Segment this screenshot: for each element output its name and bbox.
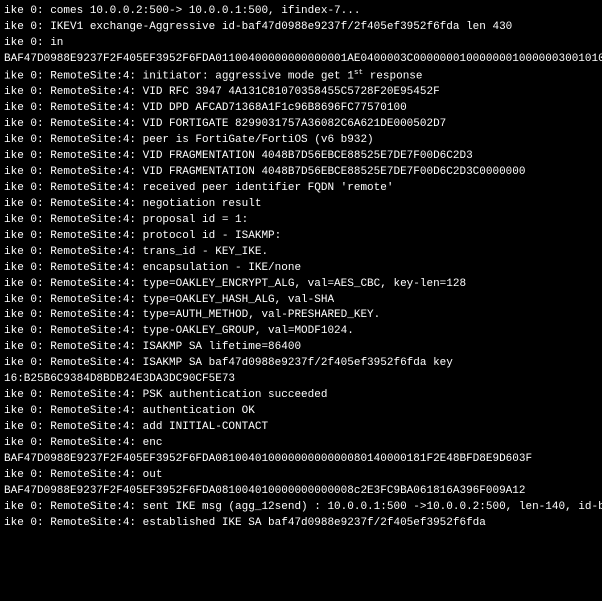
log-line: ike 0: RemoteSite:4: enc xyxy=(4,436,598,452)
log-line: ike 0: RemoteSite:4: peer is FortiGate/F… xyxy=(4,133,598,149)
log-line: ike 0: RemoteSite:4: VID FRAGMENTATION 4… xyxy=(4,165,598,181)
log-line: BAF47D0988E9237F2F405EF3952F6FDA08100401… xyxy=(4,484,598,500)
log-line: ike 0: RemoteSite:4: negotiation result xyxy=(4,197,598,213)
log-line: ike 0: RemoteSite:4: proposal id = 1: xyxy=(4,213,598,229)
log-line: ike 0: RemoteSite:4: VID DPD AFCAD71368A… xyxy=(4,101,598,117)
log-line: ike 0: IKEV1 exchange-Aggressive id-baf4… xyxy=(4,20,598,36)
log-line: ike 0: RemoteSite:4: VID RFC 3947 4A131C… xyxy=(4,85,598,101)
log-line: ike 0: RemoteSite:4: VID FORTIGATE 82990… xyxy=(4,117,598,133)
log-line: ike 0: comes 10.0.0.2:500-> 10.0.0.1:500… xyxy=(4,4,598,20)
log-line: ike 0: in xyxy=(4,36,598,52)
log-line: ike 0: RemoteSite:4: out xyxy=(4,468,598,484)
log-line: ike 0: RemoteSite:4: ISAKMP SA lifetime=… xyxy=(4,340,598,356)
log-line: ike 0: RemoteSite:4: established IKE SA … xyxy=(4,516,598,532)
log-line: ike 0: RemoteSite:4: type-OAKLEY_GROUP, … xyxy=(4,324,598,340)
log-line: ike 0: RemoteSite:4: type=AUTH_METHOD, v… xyxy=(4,308,598,324)
log-line: ike 0: RemoteSite:4: protocol id - ISAKM… xyxy=(4,229,598,245)
log-line: ike 0: RemoteSite:4: encapsulation - IKE… xyxy=(4,261,598,277)
terminal-output: ike 0: comes 10.0.0.2:500-> 10.0.0.1:500… xyxy=(4,4,598,532)
log-line: BAF47D0988E9237F2F405EF3952F6FDA01100400… xyxy=(4,52,598,68)
log-line: ike 0: RemoteSite:4: type=OAKLEY_HASH_AL… xyxy=(4,293,598,309)
log-line: 16:B25B6C9384D8BDB24E3DA3DC90CF5E73 xyxy=(4,372,598,388)
log-line: ike 0: RemoteSite:4: PSK authentication … xyxy=(4,388,598,404)
log-line: ike 0: RemoteSite:4: authentication OK xyxy=(4,404,598,420)
log-line: ike 0: RemoteSite:4: received peer ident… xyxy=(4,181,598,197)
log-line: ike 0: RemoteSite:4: sent IKE msg (agg_1… xyxy=(4,500,598,516)
log-line: ike 0: RemoteSite:4: add INITIAL-CONTACT xyxy=(4,420,598,436)
log-line: ike 0: RemoteSite:4: VID FRAGMENTATION 4… xyxy=(4,149,598,165)
log-line: ike 0: RemoteSite:4: initiator: aggressi… xyxy=(4,68,598,86)
log-line: ike 0: RemoteSite:4: ISAKMP SA baf47d098… xyxy=(4,356,598,372)
log-line: ike 0: RemoteSite:4: type=OAKLEY_ENCRYPT… xyxy=(4,277,598,293)
log-line: BAF47D0988E9237F2F405EF3952F6FDA08100401… xyxy=(4,452,598,468)
log-line: ike 0: RemoteSite:4: trans_id - KEY_IKE. xyxy=(4,245,598,261)
